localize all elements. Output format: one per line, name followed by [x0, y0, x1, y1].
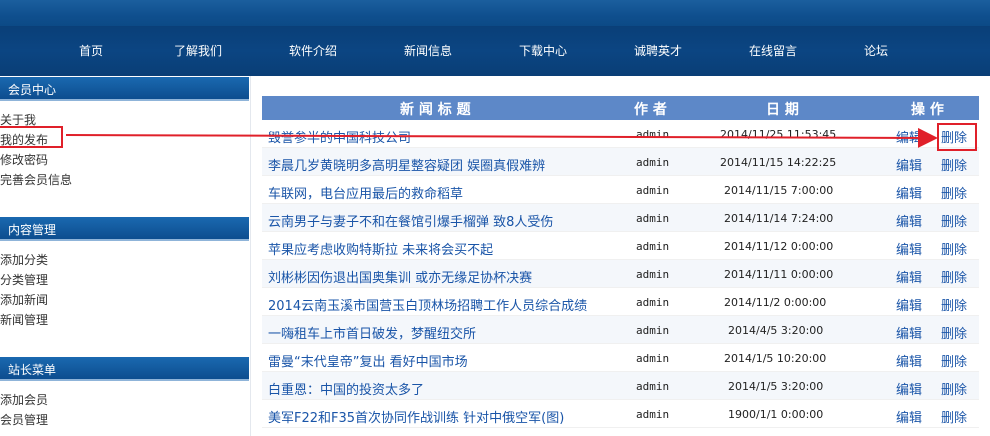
annotation-arrow: [65, 127, 938, 148]
